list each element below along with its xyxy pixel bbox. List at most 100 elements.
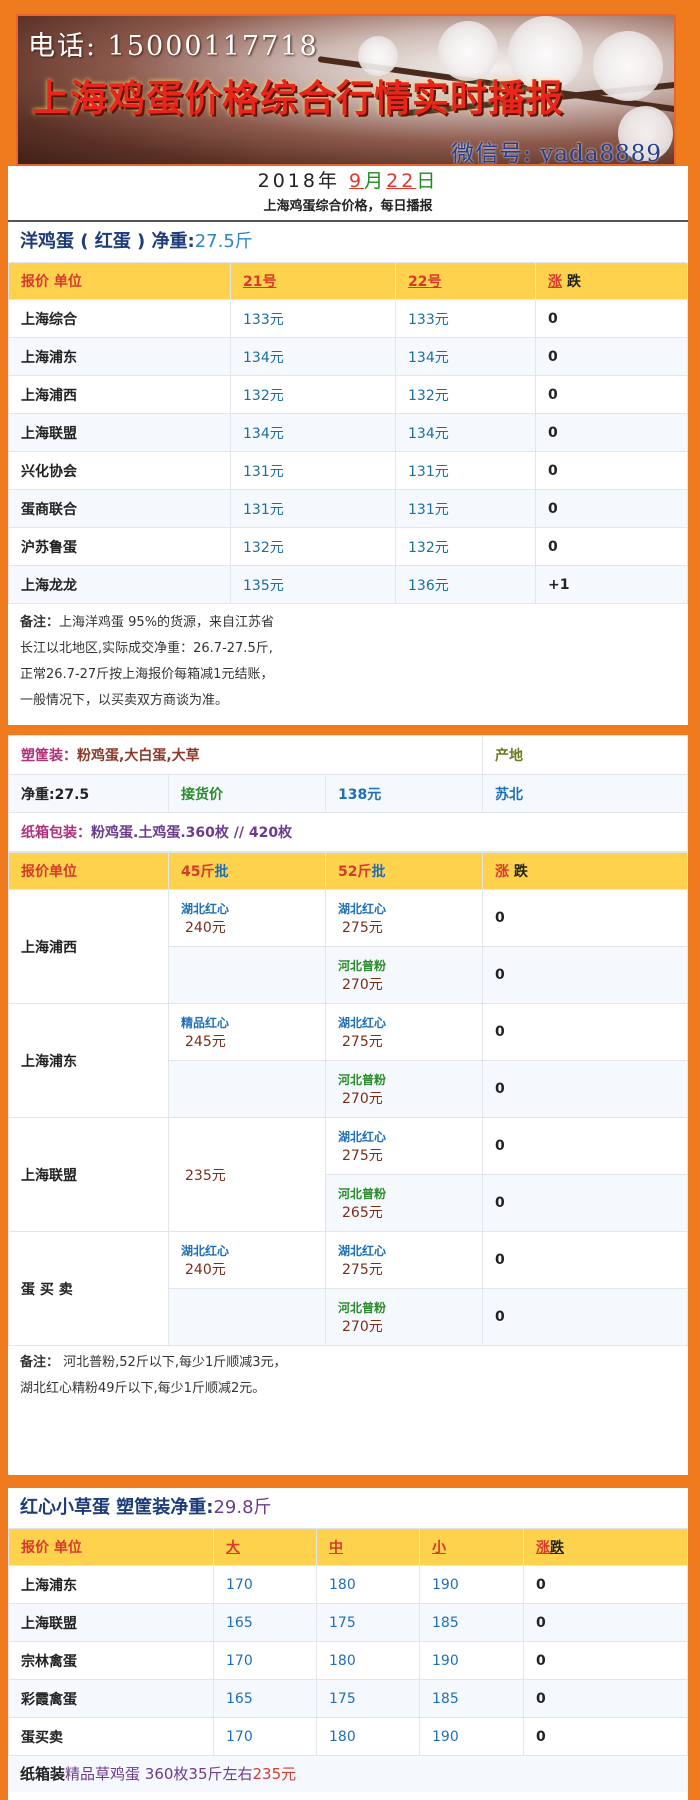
cell-large: 165 bbox=[213, 1603, 317, 1642]
cell-large: 170 bbox=[213, 1717, 317, 1756]
header-day21: 21号 bbox=[230, 262, 396, 300]
cell-empty bbox=[168, 1060, 326, 1118]
cell-small: 190 bbox=[419, 1717, 524, 1756]
cell-change: 0 bbox=[482, 1288, 688, 1346]
cell-change: 0 bbox=[535, 527, 688, 566]
header-45-weight: 45斤 bbox=[181, 864, 215, 880]
price-value: 235元 bbox=[185, 1167, 226, 1184]
header-fall: 跌 bbox=[566, 274, 581, 290]
cell-52-price: 湖北红心 275元 bbox=[325, 889, 483, 947]
table-row: 上海联盟 235元 湖北红心 275元 0 bbox=[8, 1117, 688, 1232]
cell-medium: 175 bbox=[316, 1603, 420, 1642]
cell-small: 185 bbox=[419, 1603, 524, 1642]
cell-price-21: 132元 bbox=[230, 375, 396, 414]
banner-title: 上海鸡蛋价格综合行情实时播报 bbox=[32, 76, 564, 120]
cell-change: 0 bbox=[535, 451, 688, 490]
header-fall: 跌 bbox=[513, 864, 528, 880]
basket-info-table: 塑筐装：粉鸡蛋,大白蛋,大草 产地 净重:27.5 接货价 138元 苏北 纸箱… bbox=[8, 735, 688, 852]
header-rise: 涨 bbox=[548, 274, 562, 290]
carton-desc: 粉鸡蛋.土鸡蛋.360枚 // 420枚 bbox=[91, 825, 293, 841]
note-line: 湖北红心精粉49斤以下,每少1斤顺减2元。 bbox=[20, 1381, 266, 1396]
cell-52-price: 河北普粉 270元 bbox=[325, 1288, 483, 1346]
cell-small: 185 bbox=[419, 1679, 524, 1718]
footer-price: 235元 bbox=[252, 1765, 297, 1783]
header-change: 涨 跌 bbox=[535, 262, 688, 300]
cell-price-22: 134元 bbox=[395, 413, 536, 452]
basket-desc: 粉鸡蛋,大白蛋,大草 bbox=[77, 748, 200, 764]
price-value: 240元 bbox=[185, 919, 226, 936]
cell-unit: 上海浦东 bbox=[8, 337, 231, 376]
cell-change: 0 bbox=[535, 489, 688, 528]
table-row: 蛋买卖 170 180 190 0 bbox=[8, 1717, 688, 1756]
header-unit: 报价 单位 bbox=[8, 1528, 214, 1566]
table-row: 彩霞禽蛋 165 175 185 0 bbox=[8, 1679, 688, 1718]
date-year-unit: 年 bbox=[317, 170, 340, 192]
carton-price-table: 报价单位 45斤批 52斤批 涨 跌 上海浦西 湖北红心 240元 湖北红心 275元 0… bbox=[8, 852, 688, 1346]
cell-unit: 蛋商联合 bbox=[8, 489, 231, 528]
price-label: 接货价 bbox=[168, 774, 326, 813]
cell-45-price: 湖北红心 240元 bbox=[168, 889, 326, 947]
cell-change: 0 bbox=[482, 1174, 688, 1232]
origin-tag: 河北普粉 bbox=[338, 958, 387, 973]
note-label: 备注： bbox=[20, 615, 60, 630]
cell-unit: 上海联盟 bbox=[8, 413, 231, 452]
date-day-unit: 日 bbox=[416, 170, 439, 192]
note-block: 备注：上海洋鸡蛋 95%的货源，来自江苏省 长江以北地区,实际成交净重：26.7… bbox=[8, 604, 688, 722]
price-table: 报价 单位 21号 22号 涨 跌 上海综合 133元 133元 0 上海浦东 134元 1… bbox=[8, 262, 688, 604]
cell-unit: 上海龙龙 bbox=[8, 565, 231, 604]
cell-price-21: 135元 bbox=[230, 565, 396, 604]
cell-change: 0 bbox=[535, 375, 688, 414]
origin-tag: 河北普粉 bbox=[338, 1300, 387, 1315]
cell-large: 165 bbox=[213, 1679, 317, 1718]
cell-unit: 上海综合 bbox=[8, 299, 231, 338]
cell-change: +1 bbox=[535, 565, 688, 604]
cell-unit: 上海浦西 bbox=[8, 889, 169, 1004]
price-value: 270元 bbox=[342, 1090, 383, 1107]
price-value: 270元 bbox=[342, 1318, 383, 1335]
cell-unit: 彩霞禽蛋 bbox=[8, 1679, 214, 1718]
carton-label: 纸箱包装： bbox=[21, 825, 91, 841]
table-row: 宗林禽蛋 170 180 190 0 bbox=[8, 1641, 688, 1680]
section-red-yolk-eggs: 红心小草蛋 塑筐装净重:29.8斤 报价 单位 大 中 小 涨跌 上海浦东 170… bbox=[8, 1488, 688, 1800]
page: 电话: 15000117718 上海鸡蛋价格综合行情实时播报 微信号: yada… bbox=[0, 0, 700, 1800]
cell-price-21: 131元 bbox=[230, 489, 396, 528]
cell-change: 0 bbox=[523, 1679, 688, 1718]
section-title-text: 洋鸡蛋 ( 红蛋 ) 净重: bbox=[20, 231, 195, 252]
cell-52-price: 湖北红心 275元 bbox=[325, 1231, 483, 1289]
header-small: 小 bbox=[419, 1528, 524, 1566]
cell-45-price: 235元 bbox=[168, 1117, 326, 1232]
cell-change: 0 bbox=[482, 1003, 688, 1061]
table-row: 上海浦西 132元 132元 0 bbox=[8, 375, 688, 414]
header-large: 大 bbox=[213, 1528, 317, 1566]
phone-number: 电话: 15000117718 bbox=[28, 31, 319, 62]
cell-change: 0 bbox=[535, 299, 688, 338]
cell-price-21: 131元 bbox=[230, 451, 396, 490]
header-banner: 电话: 15000117718 上海鸡蛋价格综合行情实时播报 微信号: yada… bbox=[16, 14, 676, 166]
header-45-batch: 批 bbox=[214, 864, 229, 880]
header-unit: 报价 单位 bbox=[8, 262, 231, 300]
cell-52-price: 河北普粉 270元 bbox=[325, 946, 483, 1004]
header-unit: 报价单位 bbox=[8, 852, 169, 890]
header-change: 涨跌 bbox=[523, 1528, 688, 1566]
origin-tag: 湖北红心 bbox=[181, 1243, 230, 1258]
price-value: 240元 bbox=[185, 1261, 226, 1278]
cell-change: 0 bbox=[482, 1231, 688, 1289]
cell-price-22: 132元 bbox=[395, 375, 536, 414]
price-value: 275元 bbox=[342, 919, 383, 936]
price-table: 报价 单位 大 中 小 涨跌 上海浦东 170 180 190 0 上海联盟 165 175 1… bbox=[8, 1528, 688, 1756]
wechat-id: 微信号: yada8889 bbox=[451, 141, 662, 166]
cell-large: 170 bbox=[213, 1641, 317, 1680]
cell-unit: 沪苏鲁蛋 bbox=[8, 527, 231, 566]
cell-unit: 蛋 买 卖 bbox=[8, 1231, 169, 1346]
table-row: 上海联盟 165 175 185 0 bbox=[8, 1603, 688, 1642]
cell-price-21: 134元 bbox=[230, 413, 396, 452]
origin-label: 产地 bbox=[482, 735, 688, 775]
date-bar: 2018年 9月22日 bbox=[8, 166, 688, 197]
cell-unit: 蛋买卖 bbox=[8, 1717, 214, 1756]
table-row: 上海综合 133元 133元 0 bbox=[8, 299, 688, 338]
price-value: 265元 bbox=[342, 1204, 383, 1221]
header-rise: 涨 bbox=[495, 864, 509, 880]
table-row: 上海浦东 170 180 190 0 bbox=[8, 1565, 688, 1604]
note-line: 正常26.7-27斤按上海报价每箱减1元结账， bbox=[20, 667, 274, 682]
cell-price-21: 133元 bbox=[230, 299, 396, 338]
